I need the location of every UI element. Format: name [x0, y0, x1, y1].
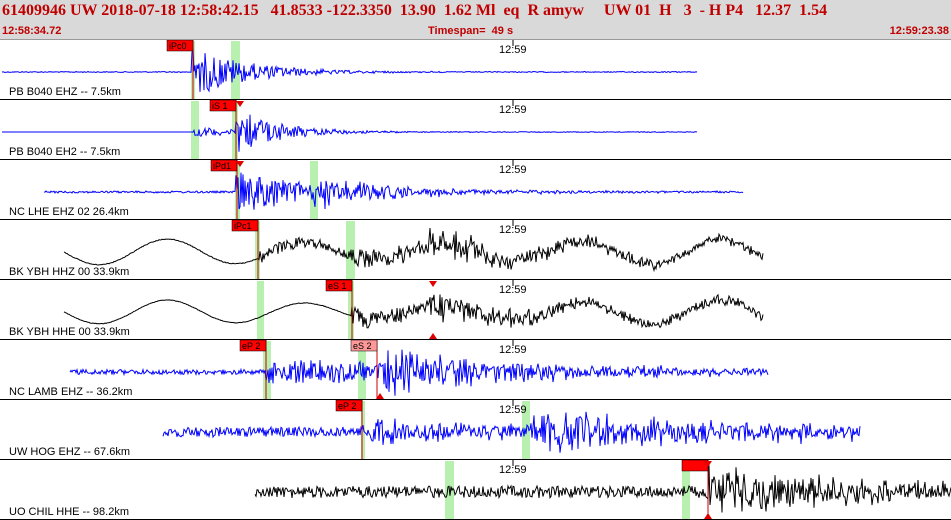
- trace-row[interactable]: 12:59 UO CHIL HHE -- 98.2km: [0, 459, 951, 520]
- channel-label: BK YBH HHE 00 33.9km: [9, 326, 130, 338]
- waveform: [69, 349, 769, 396]
- trace-row[interactable]: 12:59 eP 2 eS 2 NC LAMB EHZ -- 36.2km: [0, 339, 951, 400]
- event-header: 61409946 UW 2018-07-18 12:58:42.15 41.85…: [0, 0, 951, 40]
- pick-flag-label: iPd1: [213, 161, 231, 171]
- waveform: [63, 227, 764, 273]
- waveform: [43, 172, 744, 210]
- channel-label: BK YBH HHZ 00 33.9km: [9, 266, 129, 278]
- channel-label: NC LHE EHZ 02 26.4km: [9, 206, 129, 218]
- pick-flag[interactable]: [681, 459, 709, 472]
- waveform: [63, 293, 764, 329]
- minute-label: 12:59: [499, 224, 527, 236]
- time-window-band: [310, 161, 318, 219]
- trace-row[interactable]: 12:59 iPc0 PB B040 EHZ -- 7.5km: [0, 40, 951, 100]
- arrow-marker: [429, 333, 437, 339]
- trace-row[interactable]: 12:59 eS 1 BK YBH HHE 00 33.9km: [0, 279, 951, 340]
- start-time: 12:58:34.72: [2, 25, 62, 37]
- trace-row[interactable]: 12:59 eP 2 UW HOG EHZ -- 67.6km: [0, 399, 951, 460]
- channel-label: UW HOG EHZ -- 67.6km: [9, 446, 130, 458]
- trace-row[interactable]: 12:59 iPc1 BK YBH HHZ 00 33.9km: [0, 219, 951, 280]
- minute-label: 12:59: [499, 344, 527, 356]
- minute-label: 12:59: [499, 464, 527, 476]
- pick-flag-label: iPc1: [234, 221, 252, 231]
- channel-label: NC LAMB EHZ -- 36.2km: [9, 386, 132, 398]
- channel-label: UO CHIL HHE -- 98.2km: [9, 506, 129, 518]
- arrow-marker: [704, 513, 712, 519]
- end-time: 12:59:23.38: [889, 25, 949, 37]
- event-info-line: 61409946 UW 2018-07-18 12:58:42.15 41.85…: [2, 2, 828, 19]
- pick-flag-label: eP 2: [242, 341, 260, 351]
- minute-label: 12:59: [499, 104, 527, 116]
- minute-label: 12:59: [499, 284, 527, 296]
- pick-flag-label: eS 2: [353, 341, 372, 351]
- waveform: [254, 465, 951, 513]
- trace-row[interactable]: 12:59 iPd1 NC LHE EHZ 02 26.4km: [0, 159, 951, 220]
- channel-label: PB B040 EHZ -- 7.5km: [9, 86, 121, 98]
- time-window-band: [257, 281, 264, 339]
- time-window-band: [191, 101, 199, 159]
- timespan-label: Timespan= 49 s: [428, 25, 514, 37]
- channel-label: PB B040 EH2 -- 7.5km: [9, 146, 120, 158]
- pick-flag-label: eS 1: [328, 281, 347, 291]
- waveform: [162, 411, 861, 453]
- pick-flag-label: eP 2: [338, 401, 356, 411]
- arrow-marker: [429, 281, 437, 287]
- minute-label: 12:59: [499, 404, 527, 416]
- trace-row[interactable]: 12:59 iS 1 PB B040 EH2 -- 7.5km: [0, 99, 951, 160]
- pick-flag-label: iS 1: [212, 101, 228, 111]
- minute-label: 12:59: [499, 164, 527, 176]
- seismogram-panel[interactable]: 12:59 iPc0 PB B040 EHZ -- 7.5km 12:59 iS 1 PB…: [0, 40, 951, 520]
- pick-flag-label: iPc0: [169, 41, 187, 51]
- minute-label: 12:59: [499, 44, 527, 56]
